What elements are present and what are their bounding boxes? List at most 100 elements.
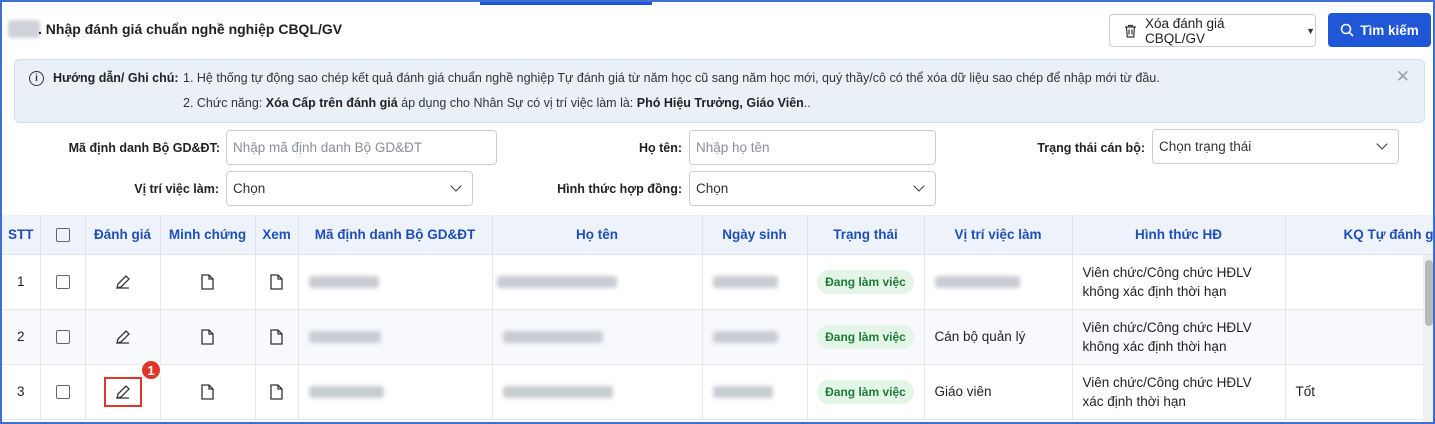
row-ngay-sinh: [702, 364, 808, 420]
app-frame: . Nhập đánh giá chuẩn nghề nghiệp CBQL/G…: [0, 0, 1435, 424]
ma-dinh-danh-input[interactable]: Nhập mã định danh Bộ GD&ĐT: [226, 130, 497, 165]
vi-tri-label: Vị trí việc làm:: [134, 182, 219, 196]
col-stt[interactable]: STT: [2, 215, 41, 255]
notice-line-1: 1. Hệ thống tự động sao chép kết quả đán…: [183, 71, 1160, 85]
row-view-cell: [255, 309, 299, 365]
row-stt: 2: [2, 309, 41, 365]
document-icon[interactable]: [201, 384, 214, 400]
row-ma-dinh-danh: [298, 364, 493, 420]
status-badge: Đang làm việc: [817, 324, 914, 349]
row-checkbox-cell: [40, 254, 86, 310]
search-button[interactable]: Tìm kiếm: [1328, 13, 1431, 47]
vi-tri-value: Chọn: [233, 181, 266, 196]
redacted-id: [308, 331, 381, 344]
col-xem[interactable]: Xem: [255, 215, 299, 255]
document-icon[interactable]: [270, 329, 283, 345]
col-kq[interactable]: KQ Tự đánh g: [1285, 215, 1433, 255]
table-row: 2 Đang làm việc Cán bộ quản lý Viên chức…: [2, 309, 1433, 365]
row-ho-ten: [492, 254, 703, 310]
search-button-label: Tìm kiếm: [1360, 22, 1419, 38]
redacted-dob: [712, 276, 778, 289]
chevron-down-icon: [1376, 138, 1388, 150]
row-ma-dinh-danh: [298, 254, 493, 310]
col-hinh-thuc[interactable]: Hình thức HĐ: [1072, 215, 1286, 255]
caret-down-icon: ▼: [1306, 25, 1315, 36]
row-vi-tri: [924, 254, 1073, 310]
col-minh-chung[interactable]: Minh chứng: [160, 215, 256, 255]
search-icon: [1340, 23, 1354, 37]
row-vi-tri: Cán bộ quản lý: [924, 309, 1073, 365]
row-trang-thai: Đang làm việc: [807, 254, 925, 310]
col-trang-thai[interactable]: Trạng thái: [807, 215, 925, 255]
col-vi-tri[interactable]: Vị trí việc làm: [924, 215, 1073, 255]
redacted-name: [502, 331, 603, 344]
info-icon: i: [29, 71, 44, 86]
scrollbar-thumb[interactable]: [1425, 260, 1433, 326]
row-evaluate-cell: [85, 254, 161, 310]
row-view-cell: [255, 254, 299, 310]
row-evidence-cell: [160, 364, 256, 420]
redacted-id: [308, 386, 384, 399]
document-icon[interactable]: [270, 384, 283, 400]
redacted-id: [308, 276, 379, 289]
page-title: . Nhập đánh giá chuẩn nghề nghiệp CBQL/G…: [38, 21, 343, 37]
table-header-row: STT Đánh giá Minh chứng Xem Mã định danh…: [2, 215, 1433, 255]
redacted-dob: [712, 331, 778, 344]
guidance-notice: i Hướng dẫn/ Ghi chú: 1. Hệ thống tự độn…: [14, 59, 1425, 123]
row-checkbox-cell: [40, 309, 86, 365]
status-badge: Đang làm việc: [817, 379, 914, 404]
delete-evaluation-dropdown[interactable]: Xóa đánh giá CBQL/GV ▼: [1109, 14, 1316, 47]
ho-ten-label: Họ tên:: [638, 141, 682, 155]
notice-line-2: 2. Chức năng: Xóa Cấp trên đánh giá áp d…: [183, 96, 811, 110]
document-icon[interactable]: [201, 329, 214, 345]
row-kq: Tốt: [1285, 364, 1433, 420]
ma-dinh-danh-label: Mã định danh Bộ GD&ĐT:: [68, 141, 220, 155]
highlighted-evaluate-button[interactable]: [103, 376, 142, 407]
close-icon[interactable]: ✕: [1396, 67, 1410, 87]
chevron-down-icon: [913, 180, 925, 192]
trang-thai-select[interactable]: Chọn trạng thái: [1152, 129, 1399, 164]
delete-evaluation-label: Xóa đánh giá CBQL/GV: [1144, 15, 1225, 46]
row-hinh-thuc: Viên chức/Công chức HĐLV không xác định t…: [1072, 309, 1286, 365]
row-evaluate-cell: [85, 309, 161, 365]
col-select-all[interactable]: [40, 215, 86, 255]
row-kq: [1285, 309, 1433, 365]
row-checkbox[interactable]: [55, 385, 70, 400]
row-trang-thai: Đang làm việc: [807, 364, 925, 420]
document-icon[interactable]: [201, 274, 214, 290]
row-evidence-cell: [160, 309, 256, 365]
row-checkbox[interactable]: [55, 275, 70, 290]
vi-tri-select[interactable]: Chọn: [226, 171, 473, 206]
row-stt: 1: [2, 254, 41, 310]
redacted-position: [934, 276, 1020, 289]
hinh-thuc-select[interactable]: Chọn: [689, 171, 936, 206]
chevron-down-icon: [450, 180, 462, 192]
row-view-cell: [255, 364, 299, 420]
row-ma-dinh-danh: [298, 309, 493, 365]
row-ngay-sinh: [702, 254, 808, 310]
pencil-icon[interactable]: [114, 328, 132, 346]
col-ho-ten[interactable]: Họ tên: [492, 215, 703, 255]
staff-table: STT Đánh giá Minh chứng Xem Mã định danh…: [2, 215, 1433, 420]
col-ma-dinh-danh[interactable]: Mã định danh Bộ GD&ĐT: [298, 215, 493, 255]
toolbar: . Nhập đánh giá chuẩn nghề nghiệp CBQL/G…: [2, 2, 1433, 58]
row-hinh-thuc: Viên chức/Công chức HĐLV không xác định t…: [1072, 254, 1286, 310]
redacted-name: [502, 386, 613, 399]
row-hinh-thuc: Viên chức/Công chức HĐLV xác định thời hạ…: [1072, 364, 1286, 420]
ho-ten-input[interactable]: Nhập họ tên: [689, 130, 936, 165]
redacted-school-name: [8, 20, 40, 38]
select-all-checkbox[interactable]: [55, 227, 70, 242]
trang-thai-value: Chọn trạng thái: [1159, 139, 1252, 154]
row-stt: 3: [2, 364, 41, 420]
row-ho-ten: [492, 364, 703, 420]
table-row: 1 Đang làm việc Viên chức/Công chức HĐLV…: [2, 254, 1433, 310]
col-danh-gia[interactable]: Đánh giá: [85, 215, 161, 255]
col-ngay-sinh[interactable]: Ngày sinh: [702, 215, 808, 255]
row-vi-tri: Giáo viên: [924, 364, 1073, 420]
row-checkbox[interactable]: [55, 330, 70, 345]
pencil-icon[interactable]: [114, 273, 132, 291]
document-icon[interactable]: [270, 274, 283, 290]
status-badge: Đang làm việc: [817, 269, 914, 294]
step-number-badge: 1: [140, 359, 162, 381]
row-ho-ten: [492, 309, 703, 365]
